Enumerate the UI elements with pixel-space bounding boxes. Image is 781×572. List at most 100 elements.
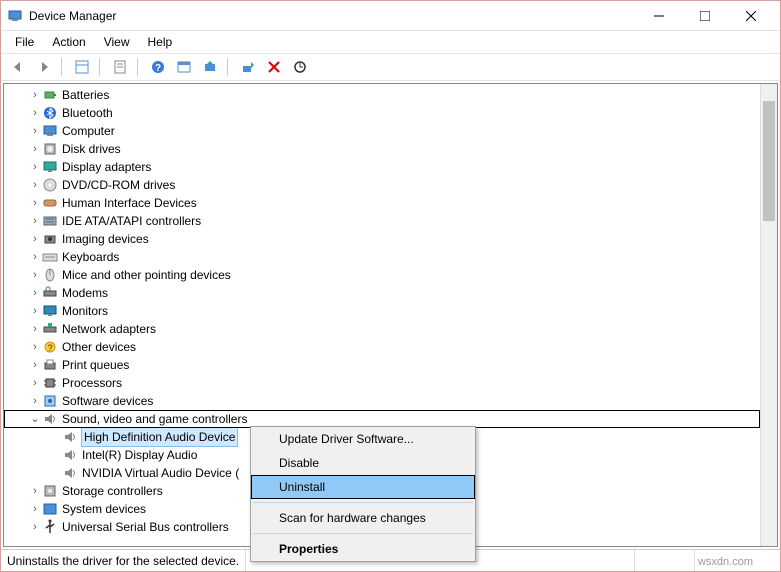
expand-icon[interactable]: › [28,320,42,338]
tree-node[interactable]: › Batteries [4,86,760,104]
tree-node[interactable]: › Software devices [4,392,760,410]
context-menu-separator [253,502,473,503]
properties-button[interactable] [109,56,131,78]
forward-button[interactable] [33,56,55,78]
back-button[interactable] [7,56,29,78]
sound-icon [62,465,78,481]
tree-node-label: Universal Serial Bus controllers [62,518,229,536]
dvd-icon [42,177,58,193]
tree-node[interactable]: ›IDE ATA/ATAPI controllers [4,212,760,230]
title-bar: Device Manager [1,1,780,31]
context-menu-item[interactable]: Uninstall [251,475,475,499]
display-icon [42,159,58,175]
expand-icon[interactable]: › [28,230,42,248]
expand-icon[interactable]: › [28,266,42,284]
context-menu-item[interactable]: Properties [251,537,475,561]
modem-icon [42,285,58,301]
camera-icon [42,231,58,247]
expand-icon[interactable]: › [28,302,42,320]
tree-node-label: System devices [62,500,146,518]
context-menu-item[interactable]: Disable [251,451,475,475]
show-hide-tree-button[interactable] [71,56,93,78]
close-button[interactable] [728,1,774,31]
tree-node[interactable]: ›?Other devices [4,338,760,356]
tree-node-label: Processors [62,374,122,392]
context-menu-item[interactable]: Update Driver Software... [251,427,475,451]
tree-node[interactable]: ›Imaging devices [4,230,760,248]
tree-node[interactable]: › Keyboards [4,248,760,266]
tree-node-label: Bluetooth [62,104,113,122]
expand-icon[interactable]: › [28,392,42,410]
toolbar-separator [137,58,141,76]
expand-icon[interactable]: › [28,212,42,230]
menu-view[interactable]: View [96,33,138,51]
expand-icon[interactable]: › [28,284,42,302]
scrollbar-thumb[interactable] [763,101,775,221]
maximize-button[interactable] [682,1,728,31]
action-button[interactable] [173,56,195,78]
menu-bar: File Action View Help [1,31,780,53]
tree-node-label: Human Interface Devices [62,194,197,212]
expand-icon[interactable]: › [28,140,42,158]
software-icon [42,393,58,409]
tree-node[interactable]: › Bluetooth [4,104,760,122]
expand-icon[interactable]: › [28,482,42,500]
disk-icon [42,141,58,157]
tree-node-label: Mice and other pointing devices [62,266,231,284]
collapse-icon[interactable]: ⌄ [28,410,42,428]
tree-node[interactable]: ›DVD/CD-ROM drives [4,176,760,194]
expand-icon[interactable]: › [28,194,42,212]
expand-icon[interactable]: › [28,500,42,518]
context-menu-item[interactable]: Scan for hardware changes [251,506,475,530]
tree-node-label: Network adapters [62,320,156,338]
tree-node[interactable]: › Network adapters [4,320,760,338]
expand-icon[interactable]: › [28,338,42,356]
tree-node[interactable]: › Mice and other pointing devices [4,266,760,284]
scan-hardware-button[interactable] [289,56,311,78]
menu-help[interactable]: Help [140,33,181,51]
expand-icon[interactable]: › [28,86,42,104]
tree-node-label: Keyboards [62,248,119,266]
tree-node-label: Intel(R) Display Audio [82,446,197,464]
expand-icon[interactable]: › [28,374,42,392]
tree-node[interactable]: › Processors [4,374,760,392]
disable-device-button[interactable] [263,56,285,78]
help-button[interactable]: ? [147,56,169,78]
tree-node-label: Modems [62,284,108,302]
tree-node[interactable]: › Human Interface Devices [4,194,760,212]
toolbar-separator [61,58,65,76]
expand-icon[interactable]: › [28,176,42,194]
expand-icon[interactable]: › [28,356,42,374]
tree-node-label: Disk drives [62,140,121,158]
menu-action[interactable]: Action [44,33,93,51]
mouse-icon [42,267,58,283]
storage-icon [42,483,58,499]
expand-icon[interactable]: › [28,104,42,122]
svg-text:?: ? [47,343,52,353]
tree-node-label: NVIDIA Virtual Audio Device ( [82,464,239,482]
tree-node-label: Display adapters [62,158,151,176]
sound-icon [62,447,78,463]
expand-icon[interactable]: › [28,122,42,140]
expand-icon[interactable]: › [28,158,42,176]
tree-node[interactable]: ›Print queues [4,356,760,374]
tree-node-label: Software devices [62,392,153,410]
uninstall-device-button[interactable] [237,56,259,78]
usb-icon [42,519,58,535]
sound-icon [62,429,78,445]
update-driver-button[interactable] [199,56,221,78]
tree-node[interactable]: ›Computer [4,122,760,140]
status-cell [634,550,694,571]
tree-node[interactable]: › Display adapters [4,158,760,176]
menu-file[interactable]: File [7,33,42,51]
cpu-icon [42,375,58,391]
expand-icon[interactable]: › [28,248,42,266]
tree-node[interactable]: › Disk drives [4,140,760,158]
expand-icon[interactable]: › [28,518,42,536]
sound-icon [42,411,58,427]
tree-node-label: Batteries [62,86,109,104]
tree-node[interactable]: › Modems [4,284,760,302]
tree-node[interactable]: ›Monitors [4,302,760,320]
vertical-scrollbar[interactable] [760,84,777,546]
minimize-button[interactable] [636,1,682,31]
